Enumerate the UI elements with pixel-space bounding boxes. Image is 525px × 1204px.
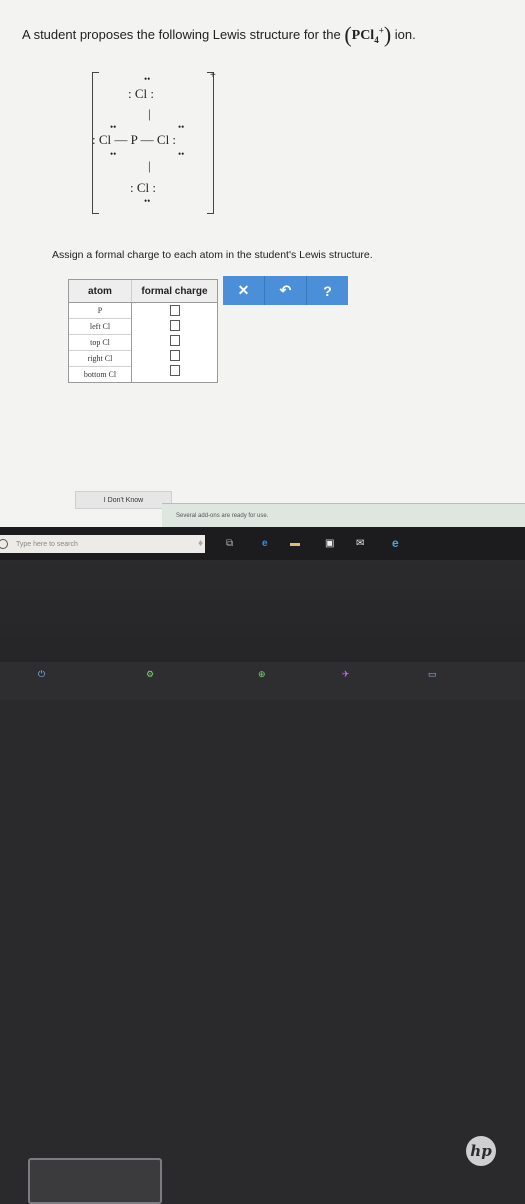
file-explorer-icon[interactable]: ▬ — [290, 538, 300, 549]
hp-logo: hp — [466, 1136, 496, 1166]
addons-notification[interactable]: Several add-ons are ready for use. — [162, 503, 525, 527]
formal-charge-input-right-cl[interactable] — [169, 350, 180, 361]
search-placeholder: Type here to search — [16, 540, 78, 548]
keyboard-top-row — [0, 662, 525, 700]
answer-toolbar: ✕ ↶ ? — [223, 276, 348, 305]
clear-button[interactable]: ✕ — [223, 276, 265, 305]
formal-charge-input-p[interactable] — [169, 305, 180, 316]
power-icon: ⏻ — [38, 669, 46, 679]
mute-icon: ✈ — [342, 669, 350, 679]
laptop-hinge-panel — [28, 1158, 162, 1204]
atom-label: P — [69, 303, 131, 319]
atom-label: bottom Cl — [83, 370, 117, 379]
ion-charge: + — [210, 70, 216, 81]
right-bracket — [207, 72, 214, 214]
cortana-icon[interactable] — [0, 539, 8, 549]
left-lone-pair-top: •• — [110, 122, 117, 132]
taskbar-search-box[interactable]: Type here to search — [0, 535, 205, 553]
globe-icon: ⊕ — [258, 669, 266, 679]
bottom-cl-atom: : Cl : — [130, 180, 157, 195]
dont-know-button[interactable]: I Don't Know — [75, 491, 172, 509]
right-lone-pair-bottom: •• — [178, 149, 185, 159]
atom-label: right Cl — [69, 351, 131, 367]
ion-formula: (PCl4+) — [344, 22, 392, 47]
question-prefix: A student proposes the following Lewis s… — [22, 27, 341, 42]
top-cl-atom: : Cl : — [128, 86, 155, 101]
formal-charge-input-bottom-cl[interactable] — [169, 365, 180, 376]
microphone-icon[interactable]: ♦ — [198, 538, 203, 549]
top-lone-pair: •• — [144, 74, 151, 84]
atom-label: top Cl — [69, 335, 131, 351]
help-button[interactable]: ? — [307, 276, 348, 305]
table-header: atom formal charge — [69, 280, 217, 303]
left-lone-pair-bottom: •• — [110, 149, 117, 159]
bottom-lone-pair: •• — [144, 196, 151, 206]
edge-icon[interactable]: e — [262, 538, 268, 549]
store-icon[interactable]: ▣ — [325, 538, 334, 549]
middle-atoms-row: : Cl — P — Cl : — [92, 132, 177, 147]
ion-word: ion. — [394, 27, 416, 42]
formal-charge-input-top-cl[interactable] — [169, 335, 180, 346]
atom-label: left Cl — [69, 319, 131, 335]
battery-icon: ▭ — [428, 669, 437, 679]
header-atom: atom — [69, 280, 132, 302]
internet-explorer-icon[interactable]: e — [392, 536, 399, 550]
right-lone-pair-top: •• — [178, 122, 185, 132]
formal-charge-input-left-cl[interactable] — [169, 320, 180, 331]
instruction-text: Assign a formal charge to each atom in t… — [52, 249, 373, 261]
wireless-icon: ⚙ — [146, 669, 155, 679]
formal-charge-table: atom formal charge P left Cl top Cl righ… — [68, 279, 218, 383]
undo-button[interactable]: ↶ — [265, 276, 307, 305]
task-view-icon[interactable]: ⧉ — [226, 538, 233, 549]
header-formal-charge: formal charge — [141, 285, 208, 297]
mail-icon[interactable]: ✉ — [356, 538, 364, 549]
bottom-bond: | — [148, 158, 151, 173]
lewis-structure: •• : Cl : | •• •• : Cl — P — Cl : •• •• … — [92, 72, 214, 214]
top-bond: | — [148, 106, 151, 121]
browser-screen: A student proposes the following Lewis s… — [0, 0, 525, 560]
question-text: A student proposes the following Lewis s… — [22, 22, 416, 48]
